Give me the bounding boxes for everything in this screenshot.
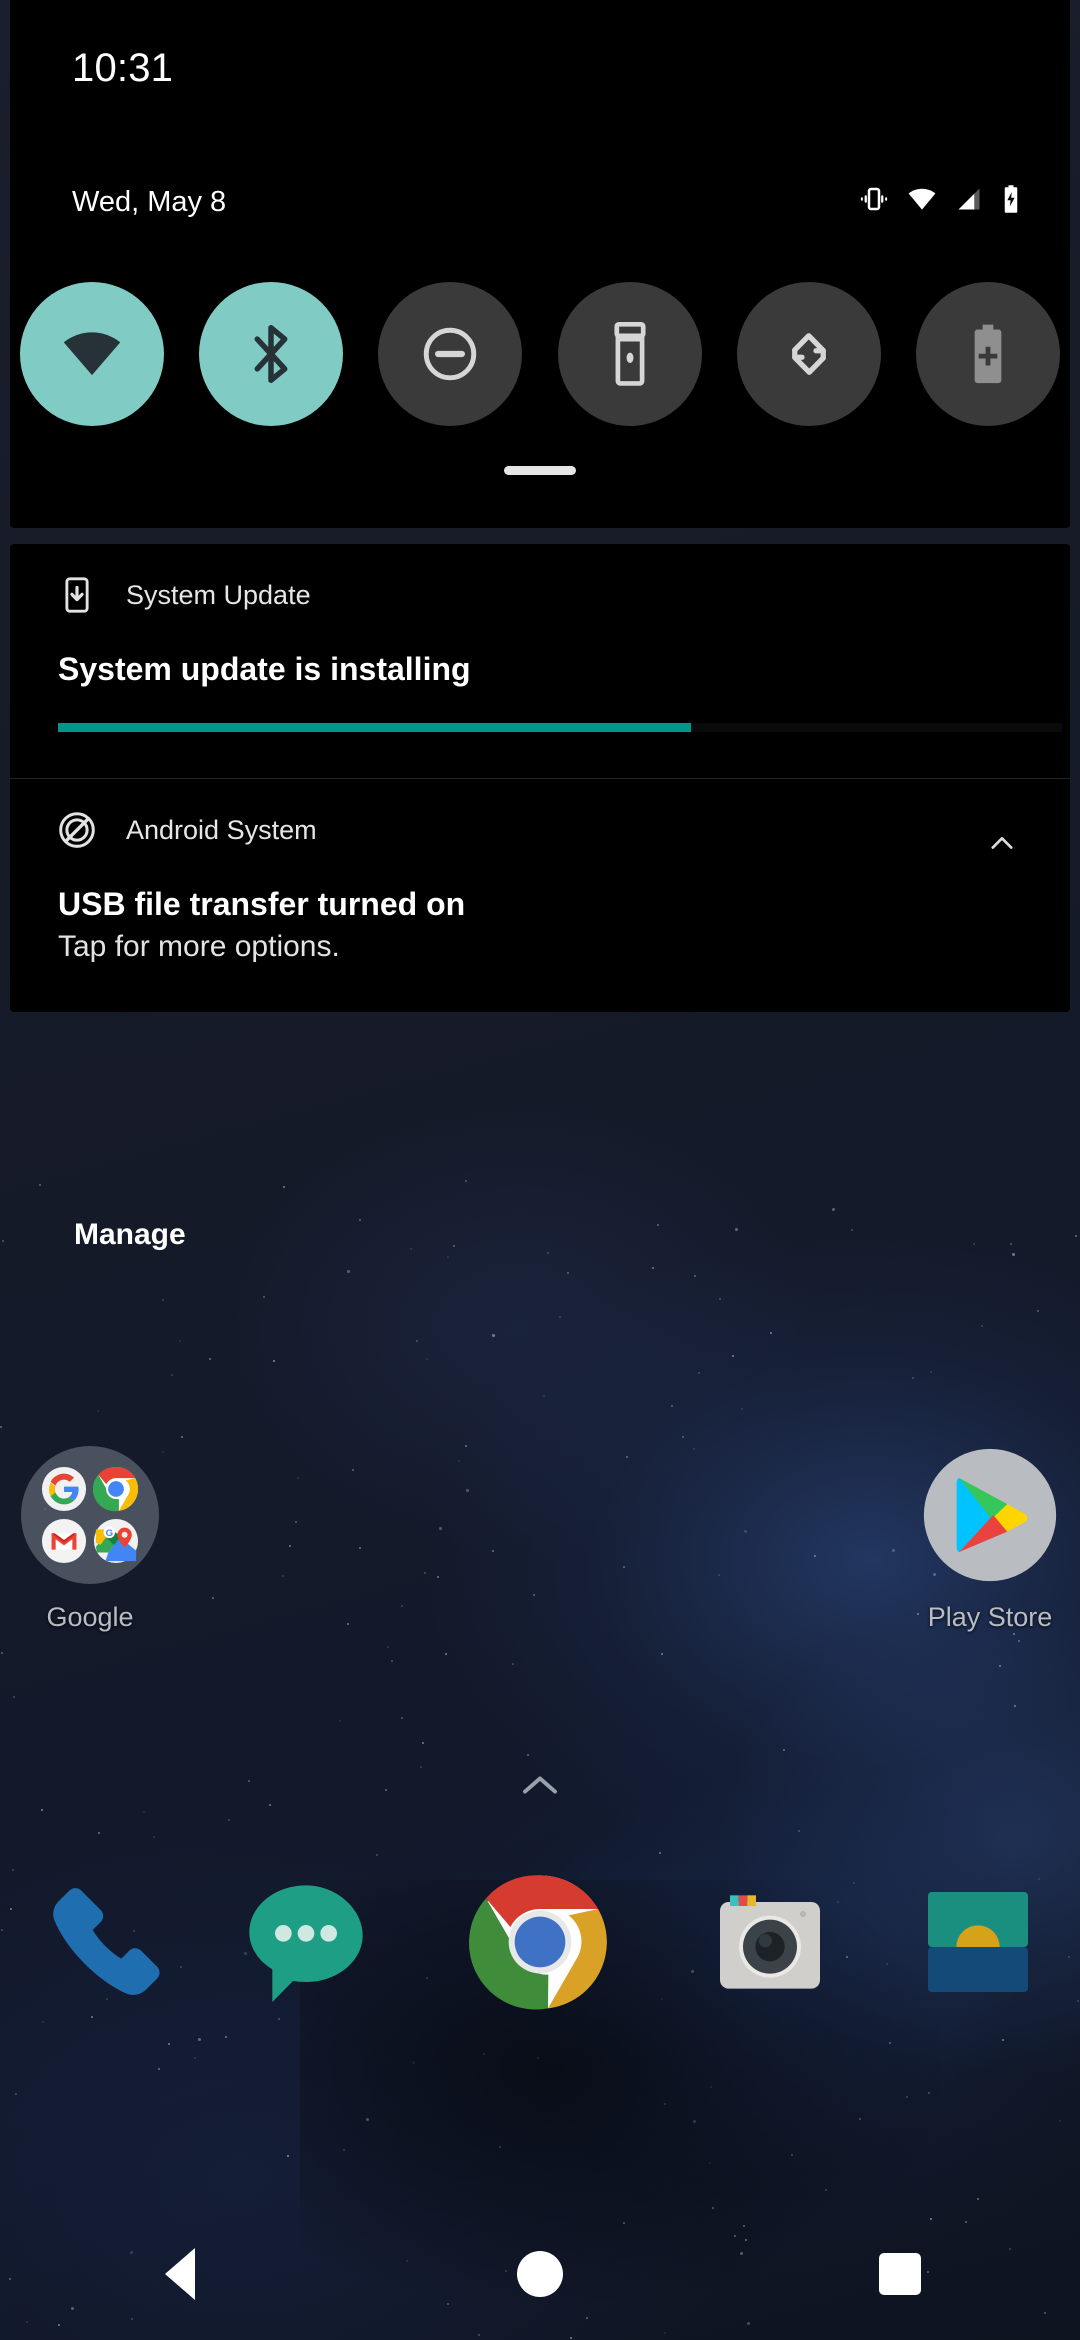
battery-saver-icon xyxy=(966,322,1010,386)
shade-header-row: Wed, May 8 xyxy=(72,184,1022,226)
status-bar-clock: 10:31 xyxy=(72,46,174,90)
home-circle-icon xyxy=(517,2251,563,2297)
nav-home-button[interactable] xyxy=(460,2208,620,2340)
manage-notifications-button[interactable]: Manage xyxy=(74,1218,186,1252)
dock xyxy=(0,1852,1080,2048)
dock-item-chrome[interactable] xyxy=(460,1862,620,2022)
android-screen: 10:31 Wed, May 8 System Update System up… xyxy=(0,0,1080,2340)
flashlight-icon xyxy=(607,321,653,387)
shade-drag-handle[interactable] xyxy=(504,466,576,475)
dock-item-camera[interactable] xyxy=(690,1862,850,2022)
gallery-icon xyxy=(898,1862,1058,2022)
app-drawer-handle[interactable] xyxy=(517,1770,563,1805)
shade-date: Wed, May 8 xyxy=(72,186,227,218)
dock-item-photos[interactable] xyxy=(898,1862,1058,2022)
qs-tile-bluetooth[interactable] xyxy=(199,282,344,426)
quick-settings-tiles xyxy=(10,282,1070,426)
navigation-bar xyxy=(0,2208,1080,2340)
dock-item-messages[interactable] xyxy=(226,1862,386,2022)
home-item-play-store[interactable]: Play Store xyxy=(882,1446,1080,1633)
do-not-disturb-icon xyxy=(419,323,481,385)
home-screen-row: G Google Play Store xyxy=(0,1446,1080,1666)
cellular-signal-icon xyxy=(955,184,983,214)
notification-header: Android System xyxy=(58,779,1022,863)
notification-system-update[interactable]: System Update System update is installin… xyxy=(10,544,1070,778)
home-item-google-folder[interactable]: G Google xyxy=(0,1446,198,1633)
home-item-label: Google xyxy=(46,1602,134,1632)
battery-charging-icon xyxy=(1000,184,1022,214)
gmail-icon xyxy=(41,1518,87,1564)
google-search-icon xyxy=(41,1466,87,1512)
phone-icon xyxy=(26,1862,186,2022)
wifi-icon xyxy=(906,184,938,214)
notification-stack: System Update System update is installin… xyxy=(10,544,1070,1012)
svg-text:G: G xyxy=(106,1528,113,1539)
home-item-label: Play Store xyxy=(927,1602,1053,1632)
notification-app-name: System Update xyxy=(126,579,311,610)
notification-title: System update is installing xyxy=(58,651,471,687)
quick-settings-panel: 10:31 Wed, May 8 xyxy=(10,0,1070,528)
notification-app-name: Android System xyxy=(126,814,317,845)
progress-bar-track xyxy=(58,723,1062,733)
qs-tile-battery-saver[interactable] xyxy=(915,282,1060,426)
notification-android-system[interactable]: Android System USB file transfer turned … xyxy=(10,779,1070,1012)
chrome-icon xyxy=(93,1466,139,1512)
vibrate-icon xyxy=(859,184,889,214)
messages-icon xyxy=(226,1862,386,2022)
qs-tile-do-not-disturb[interactable] xyxy=(378,282,523,426)
google-folder-icon: G xyxy=(21,1446,159,1584)
nav-recents-button[interactable] xyxy=(820,2208,980,2340)
wifi-icon xyxy=(59,325,125,383)
dock-item-phone[interactable] xyxy=(26,1862,186,2022)
progress-bar-fill xyxy=(58,723,691,733)
notification-title: USB file transfer turned on xyxy=(58,886,466,923)
status-bar-icons xyxy=(859,184,1022,214)
qs-tile-flashlight[interactable] xyxy=(557,282,702,426)
auto-rotate-icon xyxy=(779,324,839,384)
chrome-icon xyxy=(460,1862,620,2022)
play-store-icon xyxy=(921,1446,1059,1584)
nav-back-button[interactable] xyxy=(100,2208,260,2340)
back-triangle-icon xyxy=(165,2248,195,2300)
android-system-icon xyxy=(58,811,96,849)
qs-tile-wifi[interactable] xyxy=(20,282,164,426)
maps-icon: G xyxy=(93,1518,139,1564)
chevron-up-icon[interactable] xyxy=(982,823,1022,863)
bluetooth-icon xyxy=(243,322,299,386)
notification-body-text: Tap for more options. xyxy=(58,930,340,964)
camera-icon xyxy=(690,1862,850,2022)
qs-tile-auto-rotate[interactable] xyxy=(736,282,881,426)
system-update-icon xyxy=(58,576,96,614)
recents-square-icon xyxy=(879,2253,921,2295)
notification-header: System Update xyxy=(58,544,1022,628)
